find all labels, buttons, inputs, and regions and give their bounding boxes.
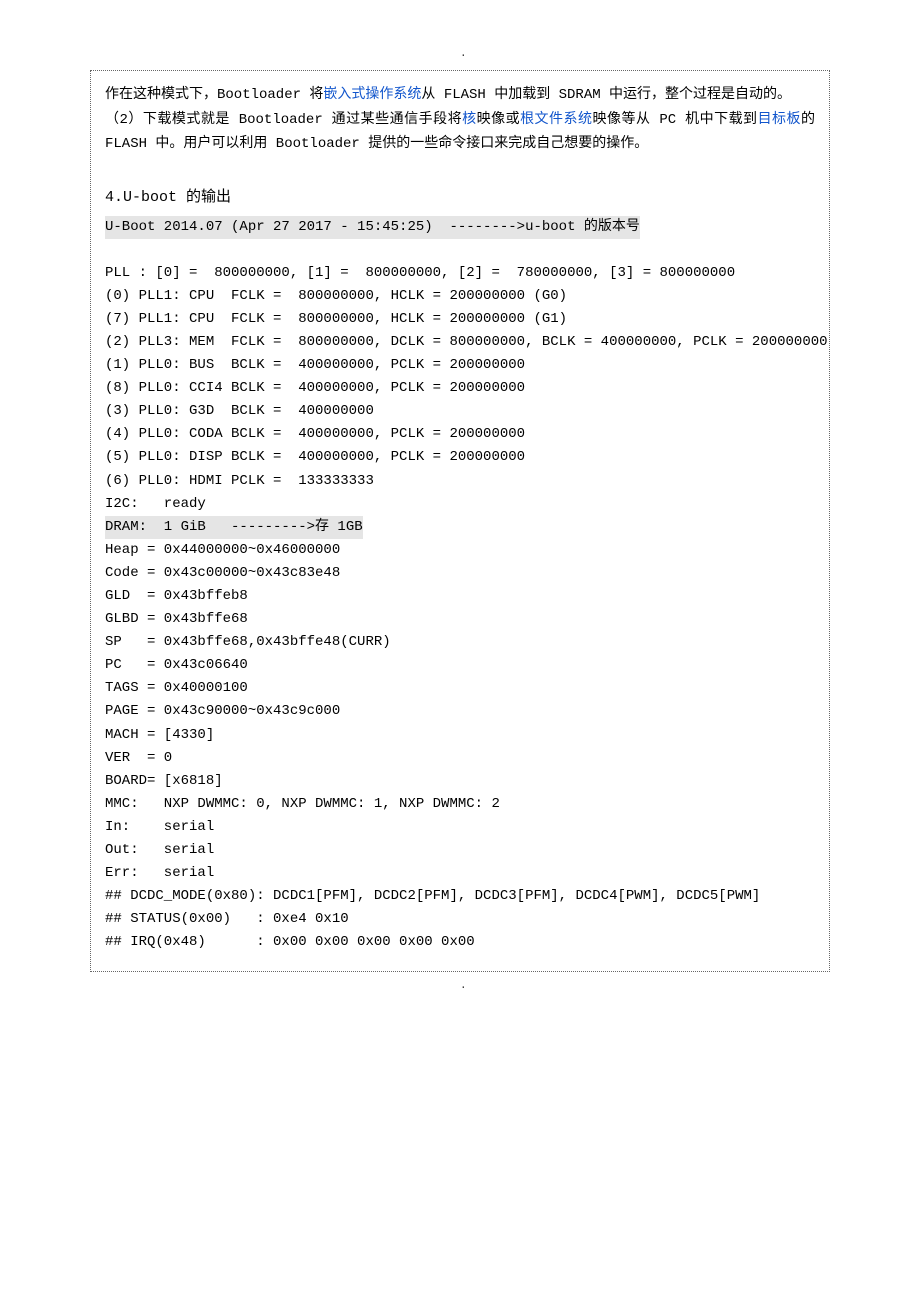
console-line: PC = 0x43c06640 bbox=[105, 657, 248, 673]
console-line: (6) PLL0: HDMI PCLK = 133333333 bbox=[105, 473, 374, 489]
console-line: Heap = 0x44000000~0x46000000 bbox=[105, 542, 340, 558]
console-line: (2) PLL3: MEM FCLK = 800000000, DCLK = 8… bbox=[105, 334, 828, 350]
link-target-board[interactable]: 目标板 bbox=[758, 112, 801, 128]
console-line: GLD = 0x43bffeb8 bbox=[105, 588, 248, 604]
console-line: SP = 0x43bffe68,0x43bffe48(CURR) bbox=[105, 634, 391, 650]
intro-paragraph-1: 作在这种模式下，Bootloader 将嵌入式操作系统从 FLASH 中加载到 … bbox=[105, 83, 815, 108]
console-line: MACH = [4330] bbox=[105, 727, 214, 743]
console-line-version: U-Boot 2014.07 (Apr 27 2017 - 15:45:25) … bbox=[105, 216, 640, 239]
console-line: TAGS = 0x40000100 bbox=[105, 680, 248, 696]
console-line: GLBD = 0x43bffe68 bbox=[105, 611, 248, 627]
console-line: Code = 0x43c00000~0x43c83e48 bbox=[105, 565, 340, 581]
console-line: (1) PLL0: BUS BCLK = 400000000, PCLK = 2… bbox=[105, 357, 525, 373]
console-line: Err: serial bbox=[105, 865, 214, 881]
console-line: PAGE = 0x43c90000~0x43c9c000 bbox=[105, 703, 340, 719]
link-kernel[interactable]: 核 bbox=[462, 112, 477, 128]
console-line: MMC: NXP DWMMC: 0, NXP DWMMC: 1, NXP DWM… bbox=[105, 796, 500, 812]
console-line: (5) PLL0: DISP BCLK = 400000000, PCLK = … bbox=[105, 449, 525, 465]
console-line: ## STATUS(0x00) : 0xe4 0x10 bbox=[105, 911, 349, 927]
text-run: 映像等从 PC 机中下载到 bbox=[593, 112, 758, 128]
text-run: （2）下载模式就是 Bootloader 通过某些通信手段将 bbox=[105, 112, 462, 128]
console-line: PLL : [0] = 800000000, [1] = 800000000, … bbox=[105, 265, 735, 281]
intro-paragraph-2: （2）下载模式就是 Bootloader 通过某些通信手段将核映像或根文件系统映… bbox=[105, 108, 815, 157]
console-line: I2C: ready bbox=[105, 496, 206, 512]
console-line-dram: DRAM: 1 GiB --------->存 1GB bbox=[105, 516, 363, 539]
console-line: (7) PLL1: CPU FCLK = 800000000, HCLK = 2… bbox=[105, 311, 567, 327]
content-frame: 作在这种模式下，Bootloader 将嵌入式操作系统从 FLASH 中加载到 … bbox=[90, 70, 830, 972]
text-run: 从 FLASH 中加载到 SDRAM 中运行，整个过程是自动的。 bbox=[421, 87, 791, 103]
link-embedded-os[interactable]: 嵌入式操作系统 bbox=[323, 87, 421, 103]
section-heading: 4.U-boot 的输出 bbox=[105, 185, 815, 206]
console-line: BOARD= [x6818] bbox=[105, 773, 223, 789]
document-page: . 作在这种模式下，Bootloader 将嵌入式操作系统从 FLASH 中加载… bbox=[0, 0, 920, 1032]
uboot-console-output: U-Boot 2014.07 (Apr 27 2017 - 15:45:25) … bbox=[105, 216, 815, 955]
console-line: ## IRQ(0x48) : 0x00 0x00 0x00 0x00 0x00 bbox=[105, 934, 475, 950]
console-line: (3) PLL0: G3D BCLK = 400000000 bbox=[105, 403, 374, 419]
console-line: ## DCDC_MODE(0x80): DCDC1[PFM], DCDC2[PF… bbox=[105, 888, 760, 904]
console-line: Out: serial bbox=[105, 842, 214, 858]
console-line: (4) PLL0: CODA BCLK = 400000000, PCLK = … bbox=[105, 426, 525, 442]
footer-dot: . bbox=[460, 980, 467, 992]
console-line: (0) PLL1: CPU FCLK = 800000000, HCLK = 2… bbox=[105, 288, 567, 304]
console-line: VER = 0 bbox=[105, 750, 172, 766]
console-line: In: serial bbox=[105, 819, 214, 835]
header-dot: . bbox=[460, 48, 467, 60]
console-line: (8) PLL0: CCI4 BCLK = 400000000, PCLK = … bbox=[105, 380, 525, 396]
text-run: 作在这种模式下，Bootloader 将 bbox=[105, 87, 323, 103]
text-run: 映像或 bbox=[477, 112, 520, 128]
link-rootfs[interactable]: 根文件系统 bbox=[520, 112, 592, 128]
